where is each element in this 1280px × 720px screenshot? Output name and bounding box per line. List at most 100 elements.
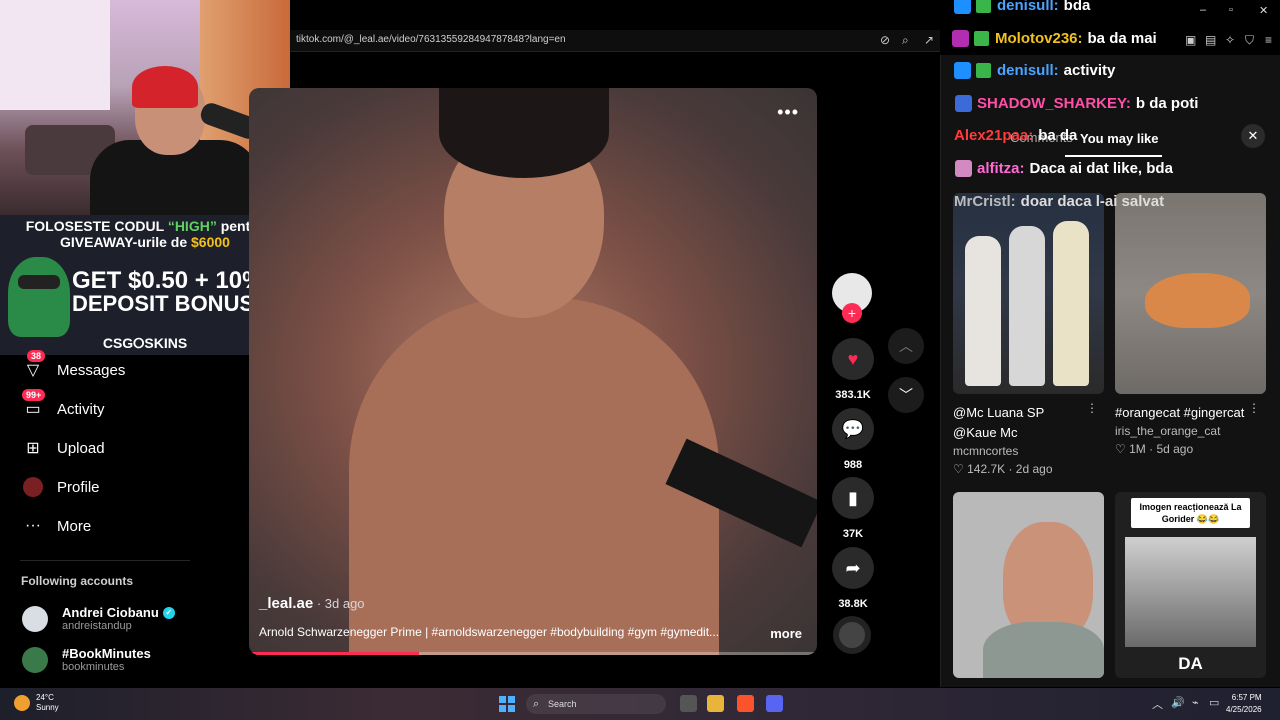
sidebar-item-profile[interactable]: Profile [22, 475, 100, 499]
gift-icon [976, 63, 991, 78]
sidebar-item-messages[interactable]: ▽ 38 Messages [22, 350, 125, 382]
recommended-video-card[interactable]: Imogen reacționează La Gorider 😂😂 DA [1115, 492, 1266, 678]
account-name: Andrei Ciobanu [62, 605, 159, 620]
next-video-button[interactable]: ﹀ [888, 377, 924, 413]
sidebar-item-upload[interactable]: ⊞ Upload [22, 436, 105, 460]
card-author[interactable]: mcmncortes [953, 444, 1104, 458]
promo-mascot [8, 257, 70, 337]
video-thumbnail[interactable]: Imogen reacționează La Gorider 😂😂 DA [1115, 492, 1266, 678]
address-bar[interactable]: tiktok.com/@_leal.ae/video/7631355928494… [290, 30, 940, 52]
minimize-button[interactable]: – [1200, 4, 1206, 16]
promo-brand: CSG⭘SKINS [102, 335, 188, 351]
maximize-button[interactable]: ▫ [1229, 4, 1233, 16]
verified-icon: ✓ [162, 606, 175, 619]
sidebar-item-label: Activity [57, 400, 105, 418]
zoom-icon[interactable]: ⌕ [902, 33, 909, 48]
video-menu-button[interactable]: ••• [777, 102, 799, 123]
taskbar-search[interactable]: Search [526, 694, 666, 714]
webcam-background-window [0, 0, 110, 110]
recommended-video-card[interactable]: @Mc Luana SP @Kaue Mc ⋮ mcmncortes ♡ 142… [953, 193, 1104, 476]
thumbnail-person [1053, 221, 1089, 386]
video-player[interactable]: ••• _leal.ae · 3d ago Arnold Schwarzeneg… [249, 88, 817, 655]
video-author[interactable]: _leal.ae · 3d ago [259, 595, 365, 612]
avatar [22, 646, 48, 673]
sound-disc-icon[interactable] [833, 616, 871, 654]
volume-icon[interactable]: 🔊 [1171, 696, 1185, 709]
sidebar-icon[interactable]: ▣ [1185, 33, 1196, 47]
video-progress-bar[interactable] [249, 652, 420, 655]
share-count: 38.8K [838, 598, 868, 610]
card-author[interactable]: iris_the_orange_cat [1115, 424, 1266, 438]
activity-badge: 99+ [22, 389, 46, 401]
recommended-video-card[interactable] [953, 492, 1104, 678]
follow-plus-button[interactable]: + [842, 303, 862, 323]
discord-icon[interactable] [766, 695, 783, 712]
card-title[interactable]: @Mc Luana SP @Kaue Mc [953, 403, 1088, 443]
account-handle: andreistandup [62, 620, 132, 632]
chat-text: doar daca l-ai salvat [1020, 193, 1165, 210]
chat-username: denisull: [997, 0, 1059, 14]
no-tracking-icon[interactable]: ⊘ [880, 33, 890, 47]
chat-badge-icon [954, 62, 971, 79]
tray-overflow-icon[interactable]: ︿ [1152, 696, 1163, 712]
network-icon[interactable]: ⌁ [1192, 696, 1199, 709]
video-subject-hair [439, 88, 609, 178]
chat-text: b da poti [1135, 95, 1199, 112]
tab-you-may-like[interactable]: You may like [1080, 131, 1159, 146]
comment-action[interactable]: 💬 988 [831, 408, 875, 471]
shield-icon[interactable]: ⛉ [1245, 33, 1254, 48]
video-thumbnail[interactable] [953, 492, 1104, 678]
brave-browser-icon[interactable] [737, 695, 754, 712]
following-account-item[interactable]: Andrei Ciobanu ✓ andreistandup [22, 605, 175, 632]
card-likes: ♡ 1M [1115, 442, 1146, 456]
ai-icon[interactable]: ✧ [1225, 33, 1235, 47]
comment-icon[interactable]: 💬 [832, 408, 874, 450]
taskbar: 24°CSunny Search ︿ 🔊 ⌁ ▭ 6:57 PM4/25/202… [0, 688, 1280, 720]
share-action[interactable]: ➦ 38.8K [831, 547, 875, 610]
weather-widget[interactable]: 24°C Sunny [14, 693, 59, 713]
bookmark-icon[interactable]: ▮ [832, 477, 874, 519]
taskbar-clock[interactable]: 6:57 PM 4/25/2026 [1226, 692, 1262, 716]
chat-text: ba da mai [1087, 30, 1157, 47]
card-menu-icon[interactable]: ⋮ [1248, 401, 1260, 415]
menu-icon[interactable]: ≡ [1265, 33, 1272, 47]
close-panel-button[interactable]: ✕ [1241, 124, 1265, 148]
like-action[interactable]: ♥ 383.1K [831, 338, 875, 401]
chat-username: Alex21paa: [954, 127, 1034, 144]
card-title[interactable]: #orangecat #gingercat [1115, 403, 1250, 423]
webcam-overlay [0, 0, 290, 215]
video-thumbnail[interactable] [1115, 193, 1266, 394]
heart-icon[interactable]: ♥ [832, 338, 874, 380]
thumbnail-cat [1145, 273, 1250, 328]
close-window-button[interactable]: ✕ [1259, 4, 1268, 17]
task-view-icon[interactable] [680, 695, 697, 712]
previous-video-button[interactable]: ︿ [888, 328, 924, 364]
file-explorer-icon[interactable] [707, 695, 724, 712]
battery-icon[interactable]: ▭ [1209, 696, 1219, 709]
account-handle: bookminutes [62, 661, 125, 673]
following-account-item[interactable]: #BookMinutes bookminutes [22, 646, 151, 673]
promo-line-1: FOLOSESTE CODUL “HIGH” pentru [25, 218, 265, 234]
sidebar-item-label: Upload [57, 439, 105, 457]
card-menu-icon[interactable]: ⋮ [1086, 401, 1098, 415]
chat-badge-icon [955, 160, 972, 177]
share-arrow-icon[interactable]: ➦ [832, 547, 874, 589]
chat-username: denisull: [997, 62, 1059, 79]
caption-more-button[interactable]: more [770, 626, 802, 641]
recommended-video-card[interactable]: #orangecat #gingercat ⋮ iris_the_orange_… [1115, 193, 1266, 456]
share-icon[interactable]: ↗ [924, 33, 934, 47]
following-section-title: Following accounts [21, 574, 134, 588]
active-tab-indicator [1065, 155, 1162, 157]
thumbnail-person [965, 236, 1001, 386]
url-text[interactable]: tiktok.com/@_leal.ae/video/7631355928494… [296, 34, 566, 45]
chat-text: ba da [1038, 127, 1078, 144]
video-thumbnail[interactable] [953, 193, 1104, 394]
chat-message: Alex21paa: ba da [954, 127, 1077, 144]
chat-username: alfitza: [977, 160, 1025, 177]
sidebar-item-more[interactable]: ··· More [22, 514, 91, 538]
gift-icon [974, 31, 989, 46]
save-action[interactable]: ▮ 37K [831, 477, 875, 540]
wallet-icon[interactable]: ▤ [1205, 33, 1216, 47]
sidebar-item-activity[interactable]: ▭ 99+ Activity [22, 389, 105, 421]
windows-start-icon[interactable] [499, 696, 515, 712]
